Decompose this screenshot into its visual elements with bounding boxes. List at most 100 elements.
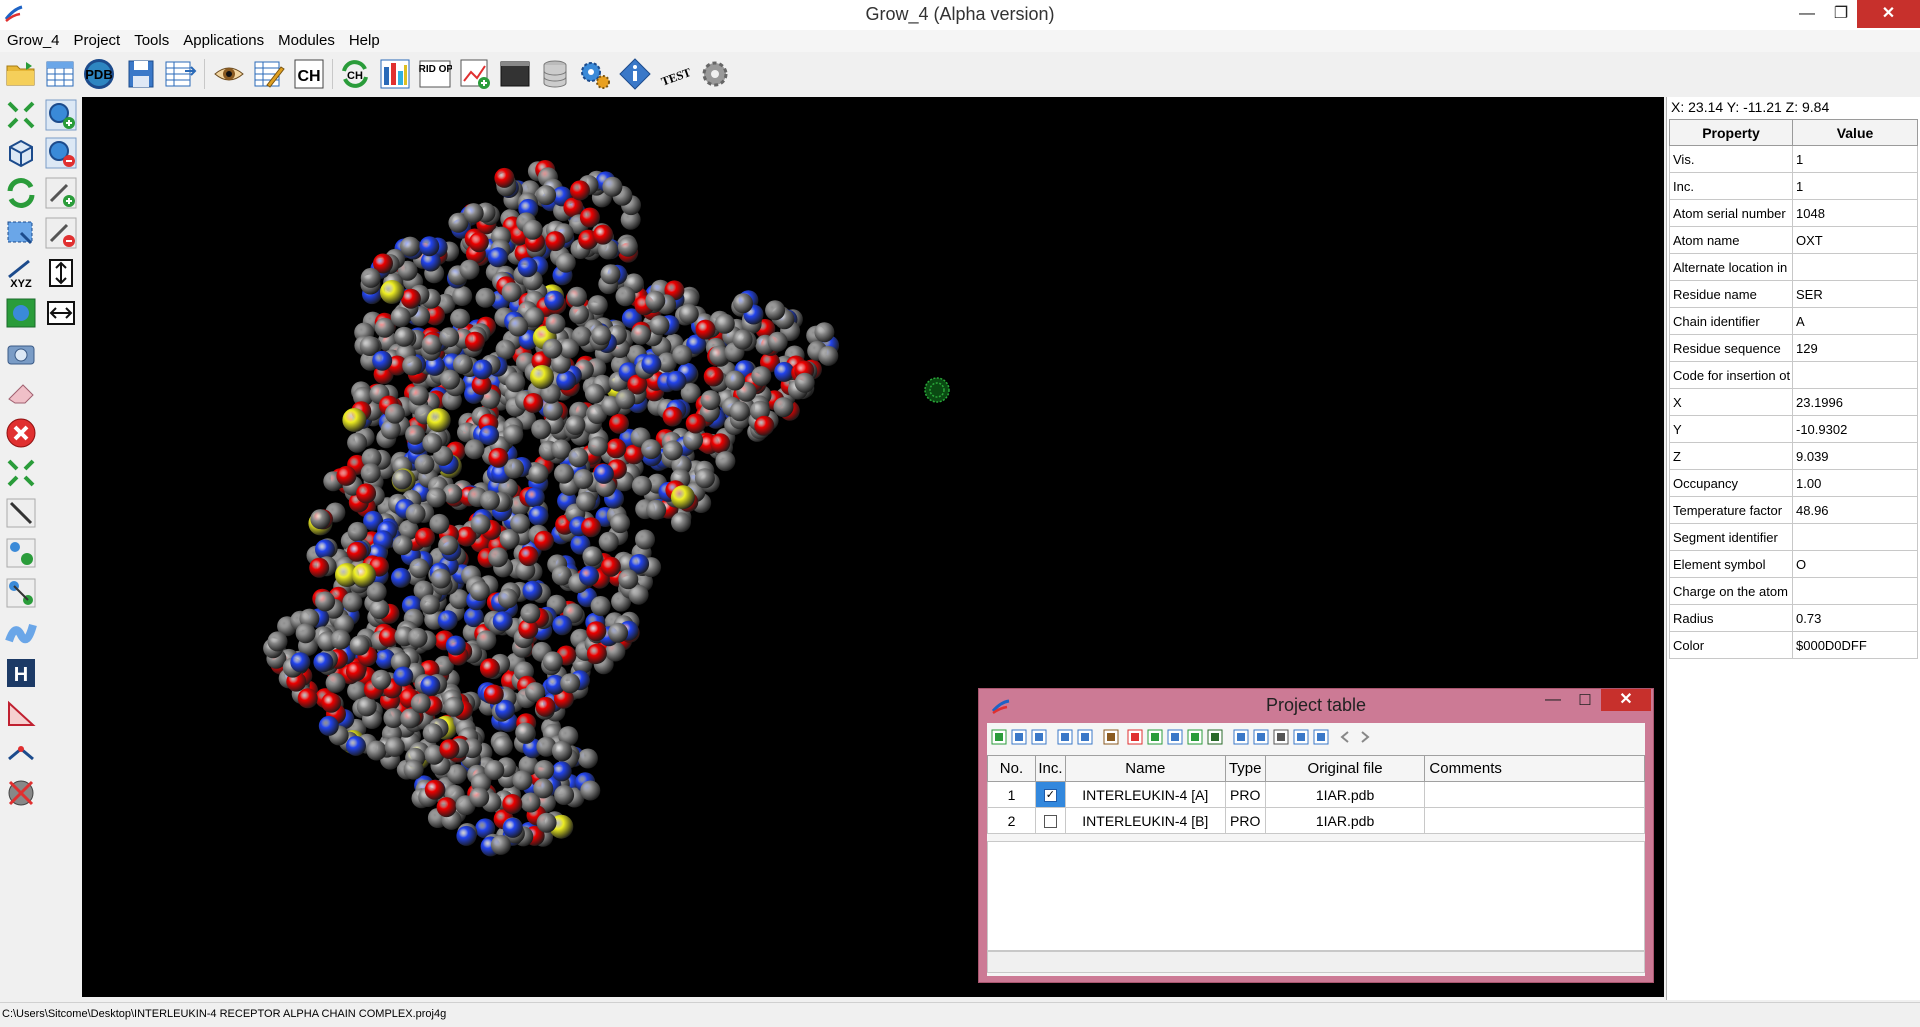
atom-sphere[interactable]	[554, 463, 574, 484]
select-icon[interactable]	[5, 217, 37, 249]
atom-sphere[interactable]	[510, 513, 531, 534]
atom-sphere[interactable]	[426, 487, 447, 508]
atom-sphere[interactable]	[523, 393, 544, 413]
atom-sphere[interactable]	[551, 439, 572, 460]
atom-sphere[interactable]	[536, 812, 557, 833]
atom-sphere[interactable]	[586, 621, 607, 642]
atom-sphere[interactable]	[666, 370, 687, 391]
atom-sphere[interactable]	[342, 592, 363, 613]
atom-sphere[interactable]	[662, 440, 683, 461]
atom-sphere[interactable]	[814, 322, 835, 343]
atom-sphere[interactable]	[409, 558, 430, 579]
property-row[interactable]: Inc. 1	[1669, 172, 1918, 200]
view-eye-icon[interactable]	[212, 57, 246, 91]
atom-sphere[interactable]	[598, 531, 619, 552]
atom-sphere[interactable]	[515, 722, 536, 743]
import-icon[interactable]	[1057, 729, 1073, 745]
atom-sphere[interactable]	[405, 503, 426, 524]
atom-sphere[interactable]	[703, 366, 724, 387]
atom-sphere[interactable]	[346, 735, 366, 756]
table-row[interactable]: 2 INTERLEUKIN-4 [B] PRO 1IAR.pdb	[987, 807, 1645, 834]
atom-pair-icon[interactable]	[5, 537, 37, 569]
atom-sphere[interactable]	[560, 673, 581, 694]
property-row[interactable]: Atom name OXT	[1669, 226, 1918, 254]
ch-icon[interactable]: CH	[292, 57, 326, 91]
atom-sphere[interactable]	[590, 596, 611, 616]
atom-sphere[interactable]	[641, 354, 662, 375]
atom-sphere[interactable]	[609, 413, 629, 434]
column-header-inc[interactable]: Inc.	[1034, 755, 1066, 782]
atom-sphere[interactable]	[502, 817, 523, 838]
atom-sphere[interactable]	[587, 436, 608, 457]
atom-sphere[interactable]	[475, 287, 496, 308]
atom-sphere[interactable]	[445, 635, 466, 656]
atom-sphere[interactable]	[543, 400, 563, 421]
atom-sphere[interactable]	[767, 331, 788, 352]
atom-sphere[interactable]	[522, 219, 543, 240]
value-column-header[interactable]: Value	[1792, 119, 1918, 146]
atom-sphere[interactable]	[420, 675, 441, 696]
atom-sphere[interactable]	[439, 327, 460, 348]
atom-sphere[interactable]	[662, 406, 683, 427]
atom-sphere[interactable]	[436, 797, 457, 818]
atom-sphere[interactable]	[410, 693, 431, 714]
atom-sphere[interactable]	[422, 723, 443, 744]
grid-opt-icon[interactable]: GRID OPT	[418, 57, 452, 91]
atom-sphere[interactable]	[587, 295, 608, 316]
atom-sphere[interactable]	[459, 259, 480, 280]
property-row[interactable]: Residue sequence 129	[1669, 334, 1918, 362]
fit-height-icon[interactable]	[45, 257, 77, 289]
ch-refresh-icon[interactable]: CH	[338, 57, 372, 91]
atom-sphere[interactable]	[405, 424, 426, 445]
atom-sphere[interactable]	[551, 761, 572, 782]
atom-sphere[interactable]	[488, 447, 509, 468]
arrows-outward-icon[interactable]	[5, 457, 37, 489]
property-row[interactable]: Code for insertion ot	[1669, 361, 1918, 389]
property-column-header[interactable]: Property	[1669, 119, 1793, 146]
atom-sphere[interactable]	[325, 672, 346, 693]
atom-sphere[interactable]	[437, 610, 458, 631]
atom-sphere[interactable]	[615, 286, 636, 307]
atom-sphere[interactable]	[392, 535, 413, 556]
atom-sphere[interactable]	[487, 247, 508, 268]
export-icon[interactable]	[1077, 729, 1093, 745]
atom-sphere[interactable]	[492, 735, 513, 756]
atom-sphere[interactable]	[407, 627, 428, 648]
atom-sphere[interactable]	[794, 372, 815, 393]
atom-sphere[interactable]	[567, 286, 587, 307]
atom-sphere[interactable]	[710, 433, 731, 454]
chart-add-icon[interactable]	[458, 57, 492, 91]
atom-sphere[interactable]	[452, 354, 473, 375]
atom-sphere[interactable]	[670, 485, 695, 510]
atom-sphere[interactable]	[774, 361, 795, 382]
atom-sphere[interactable]	[649, 315, 670, 336]
property-value[interactable]: 1	[1792, 172, 1918, 200]
eraser-icon[interactable]	[5, 377, 37, 409]
menu-tools[interactable]: Tools	[127, 30, 176, 49]
pen-add-icon[interactable]	[45, 177, 77, 209]
atom-sphere[interactable]	[494, 167, 515, 188]
save-small-icon[interactable]	[1031, 729, 1047, 745]
atom-sphere[interactable]	[505, 372, 526, 393]
property-row[interactable]: Z 9.039	[1669, 442, 1918, 470]
table-export-icon[interactable]	[163, 57, 197, 91]
atom-sphere[interactable]	[534, 760, 555, 780]
property-value[interactable]	[1792, 253, 1918, 281]
atom-sphere[interactable]	[439, 739, 460, 760]
triangle-icon[interactable]	[5, 697, 37, 729]
atom-sphere[interactable]	[522, 580, 543, 601]
atom-sphere[interactable]	[371, 669, 392, 690]
property-row[interactable]: Segment identifier	[1669, 523, 1918, 551]
atom-sphere[interactable]	[528, 505, 549, 526]
atom-sphere[interactable]	[297, 688, 318, 709]
property-row[interactable]: Alternate location in	[1669, 253, 1918, 281]
atom-sphere[interactable]	[518, 546, 539, 567]
atom-sphere[interactable]	[602, 176, 623, 197]
atom-sphere[interactable]	[464, 331, 485, 352]
add-row-icon[interactable]	[991, 729, 1007, 745]
pdb-icon[interactable]: PDB	[82, 57, 116, 91]
delete-row-icon[interactable]	[1127, 729, 1143, 745]
atom-sphere[interactable]	[754, 415, 775, 436]
atom-sphere[interactable]	[452, 286, 473, 306]
property-value[interactable]: 0.73	[1792, 604, 1918, 632]
